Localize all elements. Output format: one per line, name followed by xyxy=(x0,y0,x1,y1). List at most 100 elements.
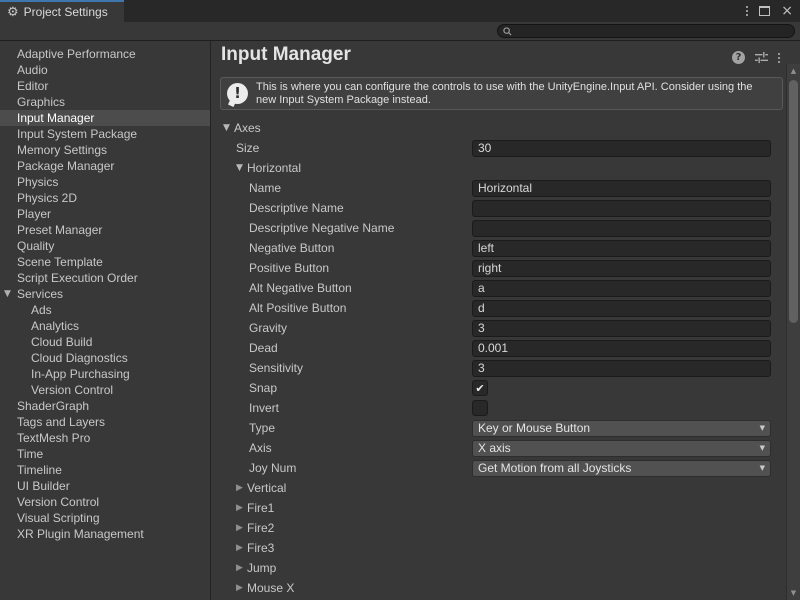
sidebar-item-cloud-diagnostics[interactable]: Cloud Diagnostics xyxy=(0,350,210,366)
settings-row-fire2: ▶Fire2 xyxy=(211,518,786,538)
sidebar-item-ui-builder[interactable]: UI Builder xyxy=(0,478,210,494)
dropdown-type[interactable]: Key or Mouse Button ▼ xyxy=(472,420,771,437)
vertical-scrollbar[interactable]: ▲ ▼ xyxy=(786,64,800,600)
scrollbar-thumb[interactable] xyxy=(789,80,798,323)
info-text: This is where you can configure the cont… xyxy=(256,81,782,107)
sidebar-item-version-control[interactable]: Version Control xyxy=(0,382,210,398)
sidebar-item-textmesh-pro[interactable]: TextMesh Pro xyxy=(0,430,210,446)
sidebar-item-label: Scene Template xyxy=(17,255,103,269)
sidebar-item-version-control[interactable]: Version Control xyxy=(0,494,210,510)
sidebar-item-editor[interactable]: Editor xyxy=(0,78,210,94)
sidebar-item-physics[interactable]: Physics xyxy=(0,174,210,190)
foldout-closed-icon[interactable]: ▶ xyxy=(236,583,247,593)
foldout-open-icon[interactable]: ▼ xyxy=(236,163,247,173)
gear-icon: ⚙ xyxy=(7,6,19,19)
sidebar-item-input-manager[interactable]: Input Manager xyxy=(0,110,210,126)
search-box[interactable] xyxy=(497,24,795,38)
dropdown-value: Get Motion from all Joysticks xyxy=(478,461,631,475)
foldout-open-icon[interactable]: ▼ xyxy=(223,123,234,133)
sidebar-item-preset-manager[interactable]: Preset Manager xyxy=(0,222,210,238)
settings-row-sensitivity: Sensitivity 3 xyxy=(211,358,786,378)
sidebar-item-xr-plugin-management[interactable]: XR Plugin Management xyxy=(0,526,210,542)
settings-row-type: TypeKey or Mouse Button▼ xyxy=(211,418,786,438)
sidebar-item-in-app-purchasing[interactable]: In-App Purchasing xyxy=(0,366,210,382)
sidebar-item-label: Input Manager xyxy=(17,111,94,125)
sidebar-item-graphics[interactable]: Graphics xyxy=(0,94,210,110)
text-field-descriptive-name[interactable] xyxy=(472,200,771,217)
sidebar-item-scene-template[interactable]: Scene Template xyxy=(0,254,210,270)
settings-row-fire3: ▶Fire3 xyxy=(211,538,786,558)
text-field-size[interactable]: 30 xyxy=(472,140,771,157)
sidebar-item-label: Tags and Layers xyxy=(17,415,105,429)
settings-row-axis: AxisX axis▼ xyxy=(211,438,786,458)
sidebar-item-adaptive-performance[interactable]: Adaptive Performance xyxy=(0,46,210,62)
sidebar-item-tags-and-layers[interactable]: Tags and Layers xyxy=(0,414,210,430)
text-field-gravity[interactable]: 3 xyxy=(472,320,771,337)
sidebar-item-ads[interactable]: Ads xyxy=(0,302,210,318)
text-field-descriptive-negative-name[interactable] xyxy=(472,220,771,237)
settings-row-name: NameHorizontal xyxy=(211,178,786,198)
settings-row-jump: ▶Jump xyxy=(211,558,786,578)
text-field-name[interactable]: Horizontal xyxy=(472,180,771,197)
text-field-alt-negative-button[interactable]: a xyxy=(472,280,771,297)
sidebar-item-time[interactable]: Time xyxy=(0,446,210,462)
row-label: Fire1 xyxy=(247,501,274,515)
checkbox-invert[interactable] xyxy=(472,400,488,416)
sidebar-item-label: Audio xyxy=(17,63,48,77)
foldout-closed-icon[interactable]: ▶ xyxy=(236,543,247,553)
row-label: Size xyxy=(236,141,259,155)
presets-icon[interactable] xyxy=(755,51,768,64)
chevron-down-icon: ▼ xyxy=(760,441,765,456)
sidebar-item-analytics[interactable]: Analytics xyxy=(0,318,210,334)
window-menu-kebab-icon[interactable] xyxy=(746,6,748,16)
foldout-closed-icon[interactable]: ▶ xyxy=(236,523,247,533)
help-icon[interactable]: ? xyxy=(732,51,745,64)
scroll-up-icon[interactable]: ▲ xyxy=(787,67,800,75)
sidebar-item-input-system-package[interactable]: Input System Package xyxy=(0,126,210,142)
sidebar-item-player[interactable]: Player xyxy=(0,206,210,222)
foldout-closed-icon[interactable]: ▶ xyxy=(236,483,247,493)
settings-row-negative-button: Negative Buttonleft xyxy=(211,238,786,258)
page-title: Input Manager xyxy=(221,44,351,66)
dropdown-value: Key or Mouse Button xyxy=(478,421,590,435)
row-label: Sensitivity xyxy=(249,361,303,375)
scroll-down-icon[interactable]: ▼ xyxy=(787,589,800,597)
sidebar-item-quality[interactable]: Quality xyxy=(0,238,210,254)
text-field-positive-button[interactable]: right xyxy=(472,260,771,277)
text-field-alt-positive-button[interactable]: d xyxy=(472,300,771,317)
kebab-menu-icon[interactable] xyxy=(778,53,780,63)
foldout-closed-icon[interactable]: ▶ xyxy=(236,563,247,573)
sidebar-item-services[interactable]: ▼Services xyxy=(0,286,210,302)
window-close-icon[interactable]: × xyxy=(781,4,793,18)
text-field-negative-button[interactable]: left xyxy=(472,240,771,257)
window-restore-icon[interactable] xyxy=(759,6,770,16)
sidebar-item-script-execution-order[interactable]: Script Execution Order xyxy=(0,270,210,286)
settings-row-alt-positive-button: Alt Positive Buttond xyxy=(211,298,786,318)
settings-row-descriptive-negative-name: Descriptive Negative Name xyxy=(211,218,786,238)
sidebar-item-shadergraph[interactable]: ShaderGraph xyxy=(0,398,210,414)
sidebar-item-cloud-build[interactable]: Cloud Build xyxy=(0,334,210,350)
tab-project-settings[interactable]: ⚙ Project Settings xyxy=(0,0,124,22)
chevron-down-icon: ▼ xyxy=(760,421,765,436)
sidebar-item-timeline[interactable]: Timeline xyxy=(0,462,210,478)
settings-row-alt-negative-button: Alt Negative Buttona xyxy=(211,278,786,298)
sidebar-item-audio[interactable]: Audio xyxy=(0,62,210,78)
foldout-closed-icon[interactable]: ▶ xyxy=(236,503,247,513)
text-field-sensitivity[interactable]: 3 xyxy=(472,360,771,377)
foldout-open-icon[interactable]: ▼ xyxy=(4,286,11,302)
sidebar-item-physics-2d[interactable]: Physics 2D xyxy=(0,190,210,206)
search-input[interactable] xyxy=(516,25,778,37)
sidebar-item-memory-settings[interactable]: Memory Settings xyxy=(0,142,210,158)
sidebar-item-label: Player xyxy=(17,207,51,221)
row-label: Gravity xyxy=(249,321,287,335)
dropdown-joy-num[interactable]: Get Motion from all Joysticks▼ xyxy=(472,460,771,477)
info-help-box: ! This is where you can configure the co… xyxy=(220,77,783,110)
panel-header-icons: ? xyxy=(732,51,780,64)
sidebar-item-visual-scripting[interactable]: Visual Scripting xyxy=(0,510,210,526)
dropdown-axis[interactable]: X axis▼ xyxy=(472,440,771,457)
sidebar-item-label: Ads xyxy=(31,303,52,317)
text-field-dead[interactable]: 0.001 xyxy=(472,340,771,357)
row-label: Fire3 xyxy=(247,541,274,555)
sidebar-item-package-manager[interactable]: Package Manager xyxy=(0,158,210,174)
checkbox-snap[interactable]: ✔ xyxy=(472,380,488,396)
